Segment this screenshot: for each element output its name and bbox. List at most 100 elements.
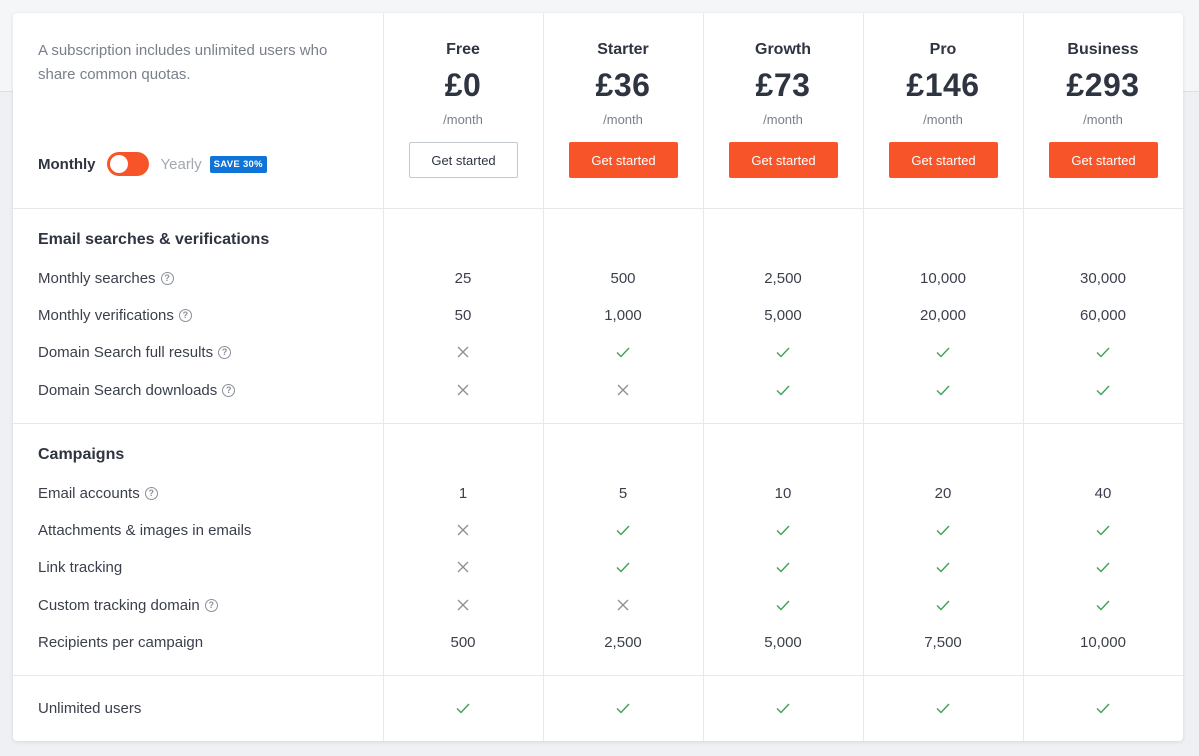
feature-value-business: 60,000	[1080, 306, 1126, 324]
feature-label: Recipients per campaign	[38, 632, 203, 652]
feature-label: Monthly verifications?	[38, 305, 192, 325]
check-icon	[1023, 698, 1183, 718]
feature-label: Email accounts?	[38, 483, 158, 503]
plan-price: £36	[595, 67, 651, 103]
row-divider	[13, 423, 1183, 424]
plan-name: Free	[446, 41, 480, 58]
feature-label-text: Email accounts	[38, 484, 140, 502]
feature-value-pro: 20	[934, 484, 952, 502]
feature-label: Unlimited users	[38, 698, 141, 718]
feature-value-starter: 5	[618, 484, 628, 502]
feature-value-growth: 5,000	[764, 306, 802, 324]
check-icon	[1023, 595, 1183, 615]
plan-name: Growth	[755, 41, 811, 58]
feature-value-growth: 2,500	[764, 269, 802, 287]
toggle-knob	[109, 155, 128, 173]
plan-price: £0	[444, 67, 482, 103]
section-title: Campaigns	[38, 446, 125, 463]
save-badge: SAVE 30%	[209, 155, 267, 173]
feature-label: Link tracking	[38, 557, 122, 577]
help-icon[interactable]: ?	[160, 271, 174, 285]
check-icon	[703, 595, 863, 615]
feature-label-text: Domain Search downloads	[38, 381, 218, 399]
section-title: Email searches & verifications	[38, 231, 270, 248]
check-icon	[863, 380, 1023, 400]
feature-value-business: 10,000	[1080, 633, 1126, 651]
feature-label-text: Attachments & images in emails	[38, 521, 252, 539]
feature-value-starter: 2,500	[604, 633, 642, 651]
check-icon	[1023, 380, 1183, 400]
feature-label-text: Unlimited users	[38, 699, 142, 717]
plan-growth: Growth £73/month Get started	[703, 13, 863, 208]
check-icon	[703, 380, 863, 400]
help-icon[interactable]: ?	[222, 383, 236, 397]
feature-value-pro: 10,000	[920, 269, 966, 287]
row-divider	[13, 675, 1183, 676]
plan-starter: Starter £36/month Get started	[543, 13, 703, 208]
plan-period: /month	[1083, 112, 1123, 127]
check-icon	[543, 698, 703, 718]
feature-label-text: Monthly verifications	[38, 306, 174, 324]
get-started-button-business[interactable]: Get started	[1049, 142, 1158, 178]
pricing-table: A subscription includes unlimited users …	[13, 13, 1183, 741]
plan-period: /month	[923, 112, 963, 127]
plan-price: £293	[1066, 67, 1140, 103]
feature-value-starter: 1,000	[604, 306, 642, 324]
get-started-button-growth[interactable]: Get started	[729, 142, 838, 178]
billing-yearly-label[interactable]: Yearly	[161, 156, 202, 173]
feature-value-starter: 500	[610, 269, 636, 287]
check-icon	[703, 698, 863, 718]
plan-business: Business £293/month Get started	[1023, 13, 1183, 208]
plan-free: Free £0/month Get started	[383, 13, 543, 208]
get-started-button-starter[interactable]: Get started	[569, 142, 678, 178]
check-icon	[863, 698, 1023, 718]
feature-value-free: 25	[454, 269, 472, 287]
feature-value-pro: 7,500	[924, 633, 962, 651]
feature-value-free: 50	[454, 306, 472, 324]
cross-icon	[383, 342, 543, 362]
cross-icon	[383, 520, 543, 540]
help-icon[interactable]: ?	[218, 345, 232, 359]
check-icon	[703, 342, 863, 362]
plan-period: /month	[603, 112, 643, 127]
billing-period-switch: Monthly Yearly SAVE 30%	[38, 152, 267, 176]
subscription-intro: A subscription includes unlimited users …	[38, 42, 328, 83]
feature-label: Domain Search downloads?	[38, 380, 236, 400]
get-started-button-pro[interactable]: Get started	[889, 142, 998, 178]
cross-icon	[543, 380, 703, 400]
feature-label: Custom tracking domain?	[38, 595, 218, 615]
feature-value-growth: 5,000	[764, 633, 802, 651]
help-icon[interactable]: ?	[178, 308, 192, 322]
check-icon	[1023, 520, 1183, 540]
check-icon	[863, 595, 1023, 615]
row-divider	[13, 208, 1183, 209]
feature-label-text: Monthly searches	[38, 269, 156, 287]
feature-label: Attachments & images in emails	[38, 520, 251, 540]
plan-pro: Pro £146/month Get started	[863, 13, 1023, 208]
plan-price: £73	[755, 67, 811, 103]
check-icon	[543, 520, 703, 540]
cross-icon	[383, 595, 543, 615]
check-icon	[1023, 557, 1183, 577]
get-started-button-free[interactable]: Get started	[409, 142, 518, 178]
check-icon	[543, 557, 703, 577]
feature-label: Monthly searches?	[38, 268, 174, 288]
feature-value-free: 500	[450, 633, 476, 651]
billing-monthly-label[interactable]: Monthly	[38, 156, 96, 173]
feature-label: Domain Search full results?	[38, 342, 232, 362]
check-icon	[863, 520, 1023, 540]
help-icon[interactable]: ?	[144, 486, 158, 500]
plan-price: £146	[906, 67, 980, 103]
plan-period: /month	[763, 112, 803, 127]
plan-name: Starter	[597, 41, 649, 58]
feature-label-text: Domain Search full results	[38, 343, 214, 361]
help-icon[interactable]: ?	[204, 598, 218, 612]
check-icon	[543, 342, 703, 362]
feature-value-business: 40	[1094, 484, 1112, 502]
billing-toggle[interactable]	[106, 152, 149, 176]
check-icon	[383, 698, 543, 718]
check-icon	[703, 557, 863, 577]
feature-value-business: 30,000	[1080, 269, 1126, 287]
check-icon	[863, 342, 1023, 362]
plan-name: Pro	[929, 41, 957, 58]
